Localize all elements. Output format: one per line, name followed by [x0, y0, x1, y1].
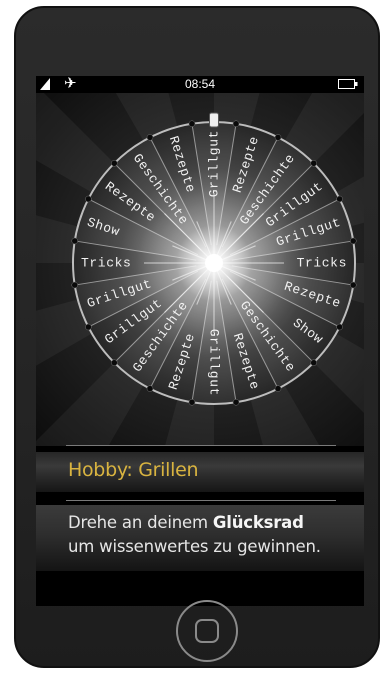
- wheel-peg: [350, 237, 357, 245]
- battery-icon: [338, 79, 358, 89]
- home-button-icon: [195, 619, 219, 643]
- wheel-segment-label: Grillgut: [207, 329, 222, 396]
- wheel-peg: [111, 160, 118, 167]
- pointer-icon: [209, 112, 219, 128]
- wheel-peg: [85, 195, 92, 203]
- wheel-area: Grillgut Rezepte Geschichte Grillgut Grillgu…: [36, 93, 364, 446]
- title-band: Hobby: Grillen: [36, 452, 364, 492]
- wheel-peg: [350, 281, 357, 289]
- wheel-peg: [274, 134, 282, 141]
- wheel-peg: [85, 323, 92, 331]
- wheel-peg: [310, 160, 317, 167]
- screen: ✈ 08:54 Grillgut Rezepte Geschichte Grillgu…: [36, 76, 364, 606]
- divider-middle: [66, 500, 336, 501]
- wheel-segment-label: Tricks: [81, 255, 131, 270]
- description-highlight: Glücksrad: [212, 513, 304, 532]
- description-text: Drehe an deinem Glücksrad um wissenwertes…: [68, 511, 321, 559]
- wheel-peg: [336, 323, 343, 331]
- wheel-peg: [111, 359, 118, 366]
- wheel-peg: [232, 120, 240, 127]
- description-part1: Drehe an deinem: [68, 513, 213, 532]
- wheel-peg: [232, 399, 240, 406]
- wheel-peg: [336, 195, 343, 203]
- status-bar: ✈ 08:54: [36, 76, 364, 93]
- center-hub: [205, 254, 223, 272]
- description-part2: um wissenwertes zu gewinnen.: [68, 537, 321, 556]
- wheel-peg: [310, 359, 317, 366]
- wheel-segment-label: Grillgut: [206, 130, 221, 197]
- wheel-segment-label: Tricks: [297, 255, 347, 270]
- wheel-peg: [71, 237, 78, 245]
- wheel-peg: [274, 385, 282, 392]
- wheel-peg: [188, 399, 196, 406]
- status-time: 08:54: [184, 77, 216, 91]
- divider-top: [66, 445, 336, 446]
- wheel-peg: [146, 134, 154, 141]
- wheel-peg: [146, 385, 154, 392]
- fortune-wheel[interactable]: Grillgut RezepteGeschichteGrillgutGrillgu…: [36, 93, 364, 446]
- home-button[interactable]: [176, 600, 238, 662]
- wheel-peg: [71, 281, 78, 289]
- page-title: Hobby: Grillen: [68, 459, 199, 481]
- description-band: Drehe an deinem Glücksrad um wissenwertes…: [36, 505, 364, 571]
- wheel-peg: [188, 120, 196, 127]
